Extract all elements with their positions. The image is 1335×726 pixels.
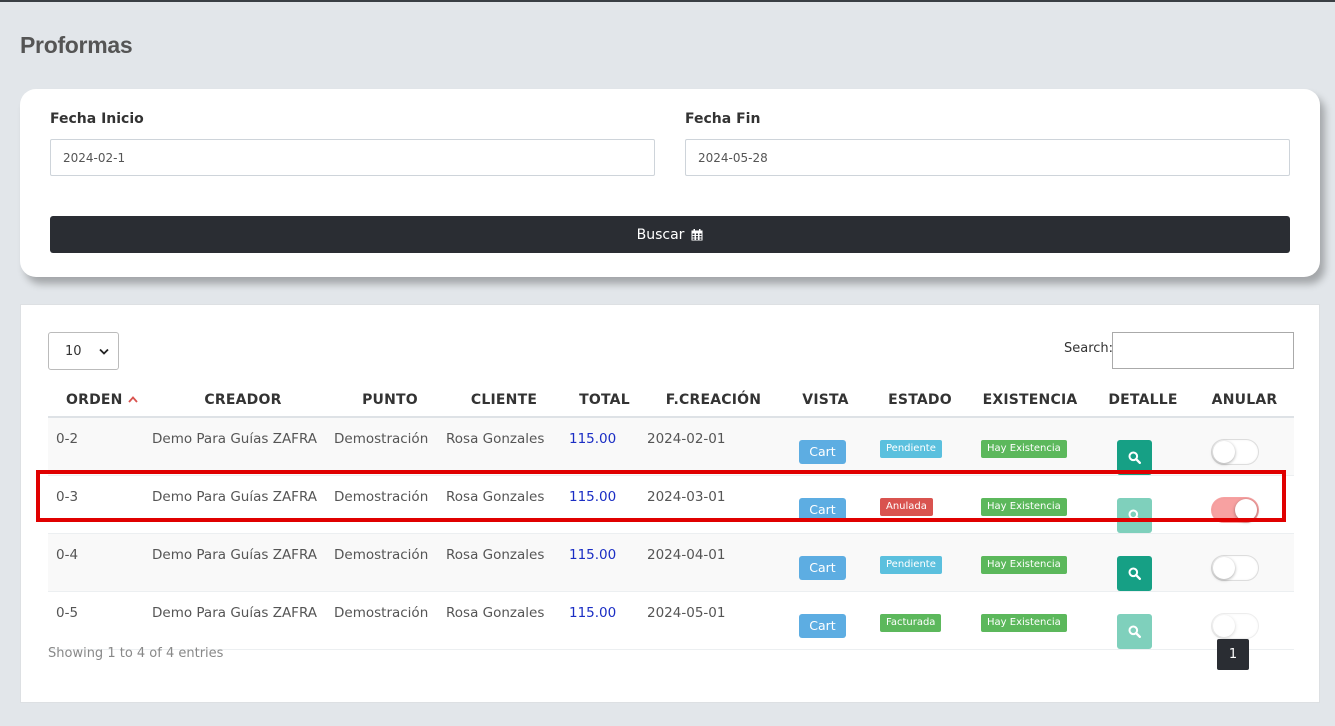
cancel-toggle[interactable] [1211, 555, 1259, 581]
end-date-input[interactable] [685, 139, 1290, 176]
cell-creador: Demo Para Guías ZAFRA [152, 533, 334, 592]
start-date-input[interactable] [50, 139, 655, 176]
table-row: 0-5 Demo Para Guías ZAFRA Demostración R… [48, 591, 1294, 650]
col-existencia[interactable]: EXISTENCIA [969, 383, 1091, 418]
cell-cliente: Rosa Gonzales [446, 591, 562, 650]
cell-fecha: 2024-04-01 [647, 533, 780, 592]
cell-fecha: 2024-03-01 [647, 475, 780, 534]
status-badge: Pendiente [880, 556, 942, 574]
proformas-table: ORDEN CREADOR PUNTO CLIENTE TOTAL F.CREA… [48, 383, 1294, 650]
cart-button[interactable]: Cart [799, 498, 846, 522]
cell-orden: 0-3 [48, 475, 152, 534]
col-total[interactable]: TOTAL [562, 383, 647, 418]
search-icon [1128, 567, 1141, 580]
table-row: 0-2 Demo Para Guías ZAFRA Demostración R… [48, 417, 1294, 476]
start-date-label: Fecha Inicio [50, 111, 144, 127]
table-search-input[interactable] [1112, 332, 1294, 369]
table-header-row: ORDEN CREADOR PUNTO CLIENTE TOTAL F.CREA… [48, 383, 1294, 418]
table-row: 0-4 Demo Para Guías ZAFRA Demostración R… [48, 533, 1294, 592]
table-card: 10 Search: ORDEN CREADOR PUNTO CLIENTE T… [20, 304, 1320, 703]
detail-button[interactable] [1117, 498, 1152, 533]
search-label: Search: [1064, 341, 1114, 356]
table-info: Showing 1 to 4 of 4 entries [48, 646, 224, 661]
cell-punto: Demostración [334, 417, 446, 476]
stock-badge: Hay Existencia [981, 440, 1067, 458]
col-estado[interactable]: ESTADO [871, 383, 969, 418]
toggle-knob [1235, 499, 1257, 521]
status-badge: Facturada [880, 614, 942, 632]
detail-button[interactable] [1117, 614, 1152, 649]
toggle-knob [1213, 557, 1235, 579]
page-length-select[interactable]: 10 [48, 332, 119, 370]
col-orden[interactable]: ORDEN [48, 383, 152, 418]
cell-punto: Demostración [334, 533, 446, 592]
chevron-down-icon [99, 348, 109, 355]
sort-ascending-icon [127, 396, 138, 403]
cell-cliente: Rosa Gonzales [446, 533, 562, 592]
cell-orden: 0-4 [48, 533, 152, 592]
stock-badge: Hay Existencia [981, 498, 1067, 516]
cell-creador: Demo Para Guías ZAFRA [152, 475, 334, 534]
detail-button[interactable] [1117, 556, 1152, 591]
cell-orden: 0-5 [48, 591, 152, 650]
calendar-icon [691, 228, 703, 240]
stock-badge: Hay Existencia [981, 556, 1067, 574]
cell-cliente: Rosa Gonzales [446, 417, 562, 476]
filter-card: Fecha Inicio Fecha Fin Buscar [20, 89, 1320, 277]
stock-badge: Hay Existencia [981, 614, 1067, 632]
cancel-toggle[interactable] [1211, 613, 1259, 639]
cell-cliente: Rosa Gonzales [446, 475, 562, 534]
cell-total: 115.00 [562, 475, 647, 534]
cell-orden: 0-2 [48, 417, 152, 476]
cell-creador: Demo Para Guías ZAFRA [152, 591, 334, 650]
cart-button[interactable]: Cart [799, 614, 846, 638]
status-badge: Pendiente [880, 440, 942, 458]
cell-punto: Demostración [334, 475, 446, 534]
cell-punto: Demostración [334, 591, 446, 650]
col-anular[interactable]: ANULAR [1195, 383, 1294, 418]
cancel-toggle[interactable] [1211, 439, 1259, 465]
cell-total: 115.00 [562, 533, 647, 592]
detail-button[interactable] [1117, 440, 1152, 475]
table-row: 0-3 Demo Para Guías ZAFRA Demostración R… [48, 475, 1294, 534]
col-punto[interactable]: PUNTO [334, 383, 446, 418]
cell-total: 115.00 [562, 417, 647, 476]
search-icon [1128, 625, 1141, 638]
col-vista[interactable]: VISTA [780, 383, 871, 418]
search-icon [1128, 451, 1141, 464]
col-creador[interactable]: CREADOR [152, 383, 334, 418]
search-button-label: Buscar [636, 226, 685, 243]
cancel-toggle[interactable] [1211, 497, 1259, 523]
col-cliente[interactable]: CLIENTE [446, 383, 562, 418]
page-length-value: 10 [65, 343, 82, 359]
cell-fecha: 2024-02-01 [647, 417, 780, 476]
search-button[interactable]: Buscar [50, 216, 1290, 253]
cell-fecha: 2024-05-01 [647, 591, 780, 650]
col-fcreacion[interactable]: F.CREACIÓN [647, 383, 780, 418]
cart-button[interactable]: Cart [799, 440, 846, 464]
page-title: Proformas [20, 32, 133, 58]
status-badge: Anulada [880, 498, 933, 516]
end-date-label: Fecha Fin [685, 111, 761, 127]
toggle-knob [1213, 441, 1235, 463]
search-icon [1128, 509, 1141, 522]
cell-creador: Demo Para Guías ZAFRA [152, 417, 334, 476]
toggle-knob [1213, 615, 1235, 637]
col-detalle[interactable]: DETALLE [1091, 383, 1195, 418]
cell-total: 115.00 [562, 591, 647, 650]
pagination-page-1[interactable]: 1 [1217, 639, 1249, 670]
cart-button[interactable]: Cart [799, 556, 846, 580]
